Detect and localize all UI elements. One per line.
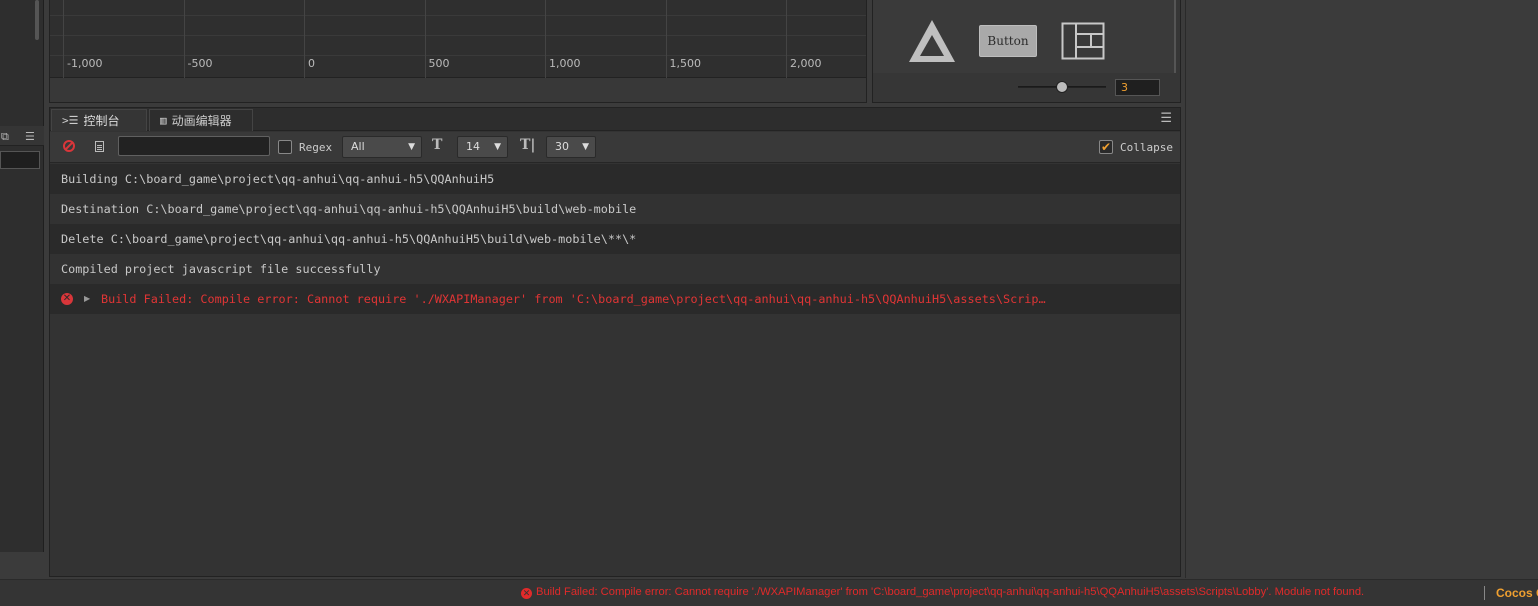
log-row[interactable]: Delete C:\board_game\project\qq-anhui\qq… [50,224,1180,254]
ruler-gridline [424,0,426,78]
status-message-text: Build Failed: Compile error: Cannot requ… [536,586,1365,598]
error-icon: ✕ [61,293,73,305]
ruler-gridline [304,0,305,78]
widget-preview-area: Button [873,0,1176,73]
left-search-input[interactable] [0,151,40,169]
console-toolbar: Regex All ▼ T 14 ▼ T| 30 ▼ ✔ Collapse [50,132,1180,163]
ruler-tick-label: 1,000 [549,57,581,70]
log-text: Build Failed: Compile error: Cannot requ… [101,292,1046,306]
editor-window: ⧉ ☰ -1,000 -500 0 500 1,000 1,500 2,000 Button [0,0,1538,606]
tab-console[interactable]: >☰ 控制台 [51,109,147,131]
line-count-select[interactable]: 30 ▼ [546,136,596,158]
line-count-value: 30 [555,140,569,153]
font-size-icon: T [432,137,443,153]
status-message[interactable]: ✕ Build Failed: Compile error: Cannot req… [521,586,1364,599]
left-scrollbar[interactable] [35,0,39,40]
ruler-tick-label: 0 [308,57,315,70]
timeline-ruler[interactable]: -1,000 -500 0 500 1,000 1,500 2,000 [50,0,866,78]
ruler-tick-label: -1,000 [67,57,103,70]
log-text: Compiled project javascript file success… [61,262,381,276]
open-log-file-icon[interactable] [95,141,104,152]
zoom-slider-handle[interactable] [1056,81,1068,93]
restore-icon[interactable]: ⧉ [1,130,9,144]
panel-menu-icon[interactable]: ☰ [1160,111,1172,126]
collapse-label: Collapse [1120,141,1173,154]
log-text: Destination C:\board_game\project\qq-anh… [61,202,637,216]
ruler-gridline [63,0,64,78]
widget-preview-panel: Button 3 [872,0,1181,103]
font-size-select[interactable]: 14 ▼ [457,136,508,158]
console-tab-bar: >☰ 控制台 ▥ 动画编辑器 ☰ [50,108,1180,131]
chevron-down-icon: ▼ [408,142,415,152]
left-panel: ⧉ ☰ [0,0,44,552]
log-text: Delete C:\board_game\project\qq-anhui\qq… [61,232,637,246]
menu-icon[interactable]: ☰ [25,130,35,143]
chevron-down-icon: ▼ [494,142,501,152]
button-widget[interactable]: Button [979,25,1037,57]
filter-input[interactable] [118,136,270,156]
ruler-tick-label: 1,500 [669,57,702,70]
tab-animation-label: 动画编辑器 [171,113,232,128]
chevron-down-icon: ▼ [582,142,589,152]
log-level-select[interactable]: All ▼ [342,136,422,158]
log-row[interactable]: Destination C:\board_game\project\qq-anh… [50,194,1180,224]
regex-label: Regex [299,141,333,154]
console-icon: >☰ [62,113,79,127]
tab-animation-editor[interactable]: ▥ 动画编辑器 [149,109,253,131]
left-panel-header: ⧉ ☰ [0,126,44,146]
ruler-gridline [665,0,667,78]
clear-console-icon[interactable] [63,140,75,152]
brand-label: Cocos C [1496,586,1538,600]
collapse-checkbox[interactable]: ✔ [1099,140,1113,154]
layout-grid-icon[interactable] [1061,22,1105,60]
ruler-tick-label: 2,000 [790,57,822,70]
log-row-error[interactable]: ✕ ▶ Build Failed: Compile error: Cannot … [50,284,1180,314]
log-row[interactable]: Building C:\board_game\project\qq-anhui\… [50,164,1180,194]
status-divider [1484,586,1485,600]
ruler-tick-label: 500 [428,57,450,70]
error-icon: ✕ [521,588,532,599]
ruler-tick-label: -500 [187,57,213,70]
font-size-value: 14 [466,140,480,153]
console-panel: >☰ 控制台 ▥ 动画编辑器 ☰ Regex All ▼ T 14 ▼ T| 3… [49,107,1181,577]
log-level-value: All [351,140,365,153]
triangle-logo-icon[interactable] [907,18,957,64]
status-bar: ✕ Build Failed: Compile error: Cannot req… [0,579,1538,606]
log-text: Building C:\board_game\project\qq-anhui\… [61,172,495,186]
expand-arrow-icon[interactable]: ▶ [84,284,90,314]
log-row[interactable]: Compiled project javascript file success… [50,254,1180,284]
regex-checkbox[interactable] [278,140,292,154]
tab-console-label: 控制台 [83,113,120,128]
log-list: Building C:\board_game\project\qq-anhui\… [50,164,1180,576]
timeline-panel: -1,000 -500 0 500 1,000 1,500 2,000 [49,0,867,103]
zoom-value-input[interactable]: 3 [1115,79,1160,96]
ruler-gridline [183,0,185,78]
right-panel [1185,0,1538,578]
ruler-gridline [545,0,546,78]
line-height-icon: T| [520,137,536,153]
animation-icon: ▥ [160,113,167,127]
ruler-gridline [786,0,787,78]
